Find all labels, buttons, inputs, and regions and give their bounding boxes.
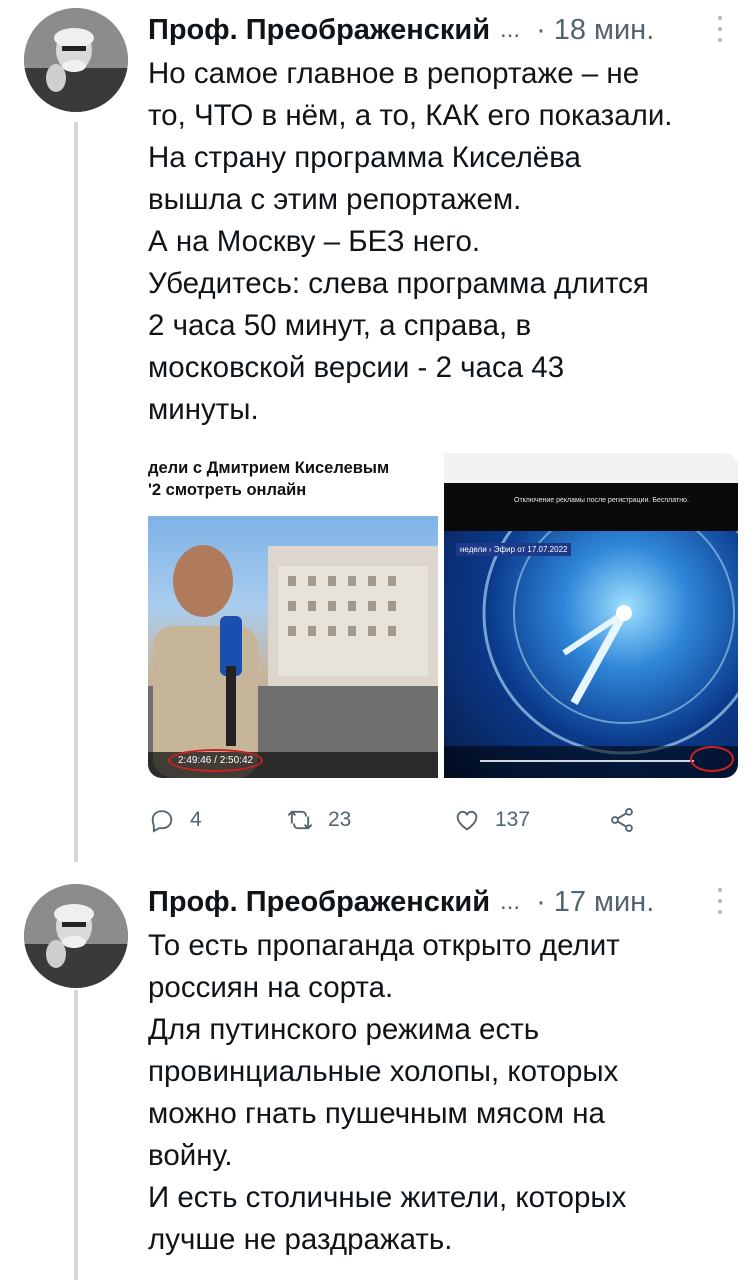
video-progress[interactable] — [480, 760, 694, 762]
tweet-line: Но самое главное в репортаже – не — [148, 57, 640, 90]
retweet-button[interactable]: 23 — [286, 800, 351, 840]
video-title-line: дели с Дмитрием Киселевым — [148, 459, 390, 477]
tweet-line: то, ЧТО в нём, а то, КАК его показали. — [148, 99, 673, 132]
tweet-line: А на Москву – БЕЗ него. — [148, 225, 481, 258]
tweet-line: можно гнать пушечным мясом на — [148, 1097, 605, 1130]
tweet-line: лучше не раздражать. — [148, 1223, 453, 1256]
media-gallery: дели с Дмитрием Киселевым '2 смотреть он… — [148, 453, 738, 778]
action-bar: 4 23 137 — [148, 800, 668, 840]
separator-dot: · — [536, 13, 546, 46]
thread-line — [74, 122, 78, 862]
tweet-text: То есть пропаганда открыто делит россиян… — [148, 925, 738, 1261]
video-title: дели с Дмитрием Киселевым '2 смотреть он… — [148, 457, 389, 501]
separator-dot: · — [536, 885, 546, 918]
avatar[interactable] — [24, 884, 128, 988]
episode-tag: недели › Эфир от 17.07.2022 — [456, 543, 572, 556]
video-banner: Отключение рекламы после регистрации. Бе… — [514, 497, 689, 504]
avatar[interactable] — [24, 8, 128, 112]
tweet-line: московской версии - 2 часа 43 — [148, 351, 565, 384]
author-name[interactable]: Проф. Преображенский — [148, 886, 490, 919]
tweet-line: минуты. — [148, 393, 259, 426]
tweet-line: вышла с этим репортажем. — [148, 183, 522, 216]
retweet-count: 23 — [328, 808, 352, 831]
reply-button[interactable]: 4 — [148, 800, 202, 840]
like-icon — [456, 810, 478, 831]
tweet-header: Проф. Преображенский ... · 18 мин. — [148, 10, 730, 50]
tweet-line: россиян на сорта. — [148, 971, 394, 1004]
share-icon — [611, 807, 633, 833]
media-image-left[interactable]: дели с Дмитрием Киселевым '2 смотреть он… — [148, 453, 438, 778]
tweet-line: 2 часа 50 минут, а справа, в — [148, 309, 532, 342]
retweet-icon — [287, 810, 313, 830]
tweet-text: Но самое главное в репортаже – не то, ЧТ… — [148, 53, 738, 431]
tweet-line: На страну программа Киселёва — [148, 141, 581, 174]
tweet-time[interactable]: 18 мин. — [554, 14, 655, 47]
video-banner-bar — [444, 483, 738, 531]
tweet-line: И есть столичные жители, которых — [148, 1181, 627, 1214]
author-name[interactable]: Проф. Преображенский — [148, 14, 490, 47]
handle-ellipsis: ... — [500, 888, 521, 915]
tweet-line: Убедитесь: слева программа длится — [148, 267, 649, 300]
tweet-line: провинциальные холопы, которых — [148, 1055, 619, 1088]
more-icon[interactable] — [710, 884, 730, 918]
tweet-header: Проф. Преображенский ... · 17 мин. — [148, 882, 730, 922]
handle-ellipsis: ... — [500, 16, 521, 43]
tweet-line: Для путинского режима есть — [148, 1013, 540, 1046]
timecode: 2:49:46 / 2:50:42 — [168, 749, 264, 772]
tweet-line: То есть пропаганда открыто делит — [148, 929, 620, 962]
share-button[interactable] — [608, 800, 636, 840]
reply-icon — [151, 810, 173, 833]
annotation-circle — [690, 746, 734, 772]
tweet-time[interactable]: 17 мин. — [554, 886, 655, 919]
like-button[interactable]: 137 — [453, 800, 530, 840]
tweet-line: войну. — [148, 1139, 233, 1172]
video-title-line: '2 смотреть онлайн — [148, 481, 307, 499]
more-icon[interactable] — [710, 12, 730, 46]
media-image-right[interactable]: Отключение рекламы после регистрации. Бе… — [444, 453, 738, 778]
video-frame: 2:49:46 / 2:50:42 — [148, 516, 438, 778]
like-count: 137 — [495, 808, 531, 831]
thread-line — [74, 990, 78, 1280]
reply-count: 4 — [190, 808, 202, 831]
